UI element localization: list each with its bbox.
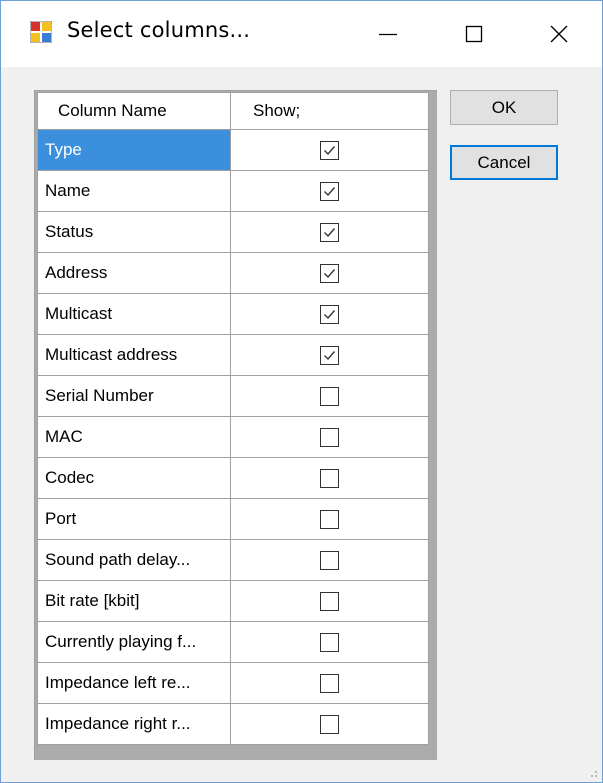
show-checkbox[interactable]	[320, 182, 339, 201]
grid-row[interactable]: Impedance right r...	[37, 703, 429, 745]
checkmark-icon	[324, 228, 336, 238]
show-checkbox[interactable]	[320, 141, 339, 160]
show-checkbox[interactable]	[320, 223, 339, 242]
checkmark-icon	[324, 146, 336, 156]
columns-grid[interactable]: Column Name Show; Type Name Status Address M…	[34, 90, 437, 760]
show-checkbox[interactable]	[320, 715, 339, 734]
show-cell	[230, 498, 429, 540]
cancel-button[interactable]: Cancel	[450, 145, 558, 180]
grid-viewport: Column Name Show; Type Name Status Address M…	[36, 92, 431, 759]
column-name-cell[interactable]: Currently playing f...	[37, 621, 231, 663]
close-button[interactable]	[516, 1, 602, 67]
grid-row[interactable]: Serial Number	[37, 375, 429, 417]
grid-row[interactable]: Multicast	[37, 293, 429, 335]
checkmark-icon	[324, 187, 336, 197]
minimize-icon	[379, 33, 397, 36]
column-name-cell[interactable]: Type	[37, 129, 231, 171]
show-checkbox[interactable]	[320, 305, 339, 324]
show-checkbox[interactable]	[320, 592, 339, 611]
column-name-cell[interactable]: Bit rate [kbit]	[37, 580, 231, 622]
grid-row[interactable]: Codec	[37, 457, 429, 499]
select-columns-dialog: Select columns... Column Name Show; Type…	[0, 0, 603, 783]
column-name-cell[interactable]: Multicast address	[37, 334, 231, 376]
column-name-cell[interactable]: Serial Number	[37, 375, 231, 417]
column-name-header[interactable]: Column Name	[37, 92, 231, 130]
column-name-cell[interactable]: Codec	[37, 457, 231, 499]
show-checkbox[interactable]	[320, 264, 339, 283]
ok-button[interactable]: OK	[450, 90, 558, 125]
show-checkbox[interactable]	[320, 428, 339, 447]
show-cell	[230, 416, 429, 458]
show-cell	[230, 703, 429, 745]
show-cell	[230, 621, 429, 663]
column-name-cell[interactable]: Port	[37, 498, 231, 540]
column-name-cell[interactable]: MAC	[37, 416, 231, 458]
grid-body: Type Name Status Address Multicast Multicast …	[37, 129, 429, 745]
show-checkbox[interactable]	[320, 633, 339, 652]
column-name-cell[interactable]: Impedance left re...	[37, 662, 231, 704]
show-checkbox[interactable]	[320, 674, 339, 693]
column-name-cell[interactable]: Impedance right r...	[37, 703, 231, 745]
column-name-cell[interactable]: Status	[37, 211, 231, 253]
minimize-button[interactable]	[345, 1, 431, 67]
grid-row[interactable]: Address	[37, 252, 429, 294]
show-cell	[230, 293, 429, 335]
column-name-cell[interactable]: Address	[37, 252, 231, 294]
show-cell	[230, 334, 429, 376]
checkmark-icon	[324, 351, 336, 361]
header-row: Column Name Show;	[37, 92, 429, 130]
show-cell	[230, 170, 429, 212]
show-cell	[230, 252, 429, 294]
show-cell	[230, 662, 429, 704]
column-name-cell[interactable]: Sound path delay...	[37, 539, 231, 581]
show-cell	[230, 211, 429, 253]
show-cell	[230, 375, 429, 417]
grid-row[interactable]: Name	[37, 170, 429, 212]
grid-row[interactable]: Type	[37, 129, 429, 171]
app-icon	[30, 21, 52, 43]
close-icon	[550, 25, 568, 43]
grid-row[interactable]: Sound path delay...	[37, 539, 429, 581]
window-title: Select columns...	[67, 18, 251, 42]
grid-row[interactable]: Currently playing f...	[37, 621, 429, 663]
column-name-cell[interactable]: Name	[37, 170, 231, 212]
show-checkbox[interactable]	[320, 387, 339, 406]
resize-grip-icon[interactable]	[586, 766, 598, 778]
title-bar[interactable]: Select columns...	[1, 1, 602, 67]
show-checkbox[interactable]	[320, 469, 339, 488]
maximize-icon	[465, 25, 483, 43]
grid-row[interactable]: Status	[37, 211, 429, 253]
show-header[interactable]: Show;	[230, 92, 429, 130]
checkmark-icon	[324, 269, 336, 279]
grid-row[interactable]: Port	[37, 498, 429, 540]
show-cell	[230, 580, 429, 622]
columns-table: Column Name Show; Type Name Status Address M…	[37, 92, 429, 745]
grid-row[interactable]: MAC	[37, 416, 429, 458]
show-cell	[230, 539, 429, 581]
show-checkbox[interactable]	[320, 510, 339, 529]
show-checkbox[interactable]	[320, 346, 339, 365]
dialog-client-area: Column Name Show; Type Name Status Address M…	[1, 67, 602, 782]
column-name-cell[interactable]: Multicast	[37, 293, 231, 335]
grid-row[interactable]: Multicast address	[37, 334, 429, 376]
show-checkbox[interactable]	[320, 551, 339, 570]
show-cell	[230, 129, 429, 171]
maximize-button[interactable]	[431, 1, 517, 67]
show-cell	[230, 457, 429, 499]
grid-row[interactable]: Bit rate [kbit]	[37, 580, 429, 622]
checkmark-icon	[324, 310, 336, 320]
grid-row[interactable]: Impedance left re...	[37, 662, 429, 704]
